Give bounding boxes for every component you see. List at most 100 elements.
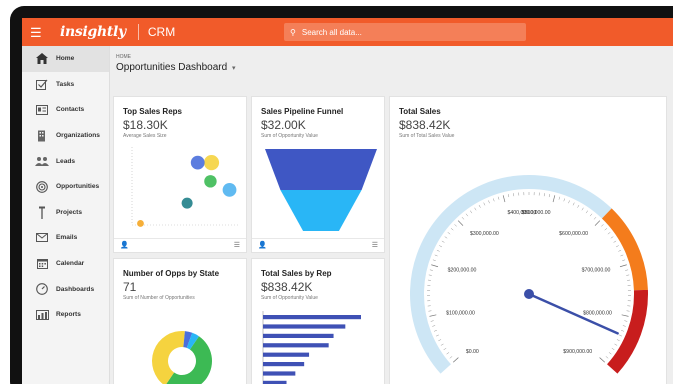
gauge-tick	[478, 204, 481, 208]
envelope-icon	[34, 231, 50, 245]
gauge-tick	[621, 330, 624, 332]
card-top-sales-reps[interactable]: Top Sales Reps $18.30K Average Sales Siz…	[113, 96, 247, 253]
home-icon	[34, 52, 50, 66]
scatter-chart	[131, 147, 238, 227]
card-sales-pipeline-funnel[interactable]: Sales Pipeline Funnel $32.00K Sum of Opp…	[251, 96, 385, 253]
sidebar-item-label: Reports	[56, 311, 81, 319]
gauge-tick	[622, 325, 626, 327]
checkbox-icon	[34, 77, 50, 91]
gauge-tick	[581, 207, 584, 211]
donut-chart	[152, 331, 212, 384]
sidebar-item-organizations[interactable]: Organizations	[22, 123, 109, 149]
sidebar-item-projects[interactable]: Projects	[22, 200, 109, 226]
sidebar-item-label: Emails	[56, 234, 78, 242]
gauge-tick	[434, 254, 438, 257]
sidebar-item-label: Home	[56, 55, 75, 63]
sidebar-item-dashboards[interactable]: Dashboards	[22, 276, 109, 302]
pin-icon	[34, 205, 50, 219]
card-total-sales-by-rep[interactable]: Total Sales by Rep $838.42K Sum of Oppor…	[251, 258, 385, 384]
gauge-tick	[619, 264, 627, 268]
gauge-tick	[450, 228, 454, 231]
contact-card-icon	[34, 103, 50, 117]
gauge-band	[601, 208, 648, 291]
page-title-text: Opportunities Dashboard	[116, 62, 228, 73]
gauge-tick	[488, 200, 490, 204]
sidebar-item-calendar[interactable]: Calendar	[22, 251, 109, 277]
gauge-tick	[585, 210, 588, 214]
gauge-tick	[577, 204, 580, 208]
gauge-tick	[441, 240, 445, 243]
gauge-tick	[440, 343, 444, 346]
sidebar-item-tasks[interactable]: Tasks	[22, 72, 109, 98]
gauge-tick	[594, 220, 601, 226]
calendar-icon	[34, 257, 50, 271]
gauge-tick-label: $700,000.00	[582, 268, 611, 274]
gauge-tick	[593, 216, 597, 220]
list-icon[interactable]: ☰	[372, 241, 378, 249]
scatter-point	[190, 155, 205, 170]
gauge-tick	[483, 202, 486, 206]
funnel-chart	[265, 149, 377, 231]
gauge-tick	[446, 352, 450, 355]
gauge-tick	[607, 232, 611, 235]
gauge-tick	[608, 352, 612, 355]
target-icon	[34, 180, 50, 194]
gauge-tick-label: $900,000.00	[563, 349, 592, 355]
product-name: CRM	[147, 25, 176, 39]
bar	[263, 362, 305, 367]
bar	[263, 352, 310, 357]
gauge-tick	[474, 207, 477, 211]
gauge-tick	[465, 213, 469, 217]
card-total-sales[interactable]: Total Sales $838.42K Sum of Total Sales …	[389, 96, 667, 384]
gauge-tick	[624, 320, 628, 322]
sidebar-item-label: Opportunities	[56, 183, 100, 191]
scatter-point	[137, 220, 144, 227]
gauge-tick	[432, 325, 436, 327]
bar	[263, 333, 334, 338]
sidebar-item-label: Calendar	[56, 260, 85, 268]
card-opps-by-state[interactable]: Number of Opps by State 71 Sum of Number…	[113, 258, 247, 384]
gauge-tick	[605, 356, 609, 359]
app-logo[interactable]: insightly	[60, 24, 126, 40]
gauge-tick	[614, 343, 618, 346]
sidebar-item-label: Organizations	[56, 132, 100, 140]
gauge-tick	[616, 339, 620, 342]
scatter-point	[203, 155, 220, 171]
gauge-tick-label: $0.00	[466, 349, 479, 355]
main-content: HOME Opportunities Dashboard ▾ Top Sales…	[110, 46, 673, 384]
hamburger-menu-icon[interactable]: ☰	[30, 26, 52, 39]
sidebar-nav: Home Tasks Contacts Organizations Leads	[22, 46, 110, 384]
gauge-tick	[428, 274, 432, 276]
gauge-tick-label: $100,000.00	[446, 311, 475, 317]
list-icon[interactable]: ☰	[234, 241, 240, 249]
gauge-tick	[430, 320, 434, 322]
sidebar-item-contacts[interactable]: Contacts	[22, 97, 109, 123]
global-search-input[interactable]: ⚲ Search all data...	[284, 23, 526, 41]
gauge-tick-label: $500,000.00	[522, 210, 551, 216]
page-title[interactable]: Opportunities Dashboard ▾	[116, 62, 235, 73]
chevron-down-icon[interactable]: ▾	[232, 65, 236, 72]
gauge-tick	[429, 269, 433, 271]
gauge-tick	[436, 334, 439, 337]
gauge-tick	[621, 314, 629, 317]
gauge-tick	[622, 259, 626, 261]
gauge-tick	[563, 198, 565, 202]
gauge-tick	[428, 310, 432, 312]
gauge-tick	[493, 198, 495, 202]
gauge-tick	[620, 254, 624, 257]
breadcrumb[interactable]: HOME	[116, 54, 131, 60]
sidebar-item-reports[interactable]: Reports	[22, 302, 109, 328]
scatter-point	[204, 175, 217, 188]
person-icon[interactable]: 👤	[120, 241, 129, 249]
person-icon[interactable]: 👤	[258, 241, 267, 249]
gauge-tick	[558, 196, 561, 200]
gauge-tick	[568, 200, 570, 204]
sidebar-item-leads[interactable]: Leads	[22, 148, 109, 174]
gauge-tick	[618, 249, 622, 252]
gauge-tick	[615, 245, 619, 248]
sidebar-item-opportunities[interactable]: Opportunities	[22, 174, 109, 200]
sidebar-item-emails[interactable]: Emails	[22, 225, 109, 251]
bar	[263, 371, 296, 376]
topbar-divider	[137, 24, 139, 40]
sidebar-item-home[interactable]: Home	[22, 46, 109, 72]
